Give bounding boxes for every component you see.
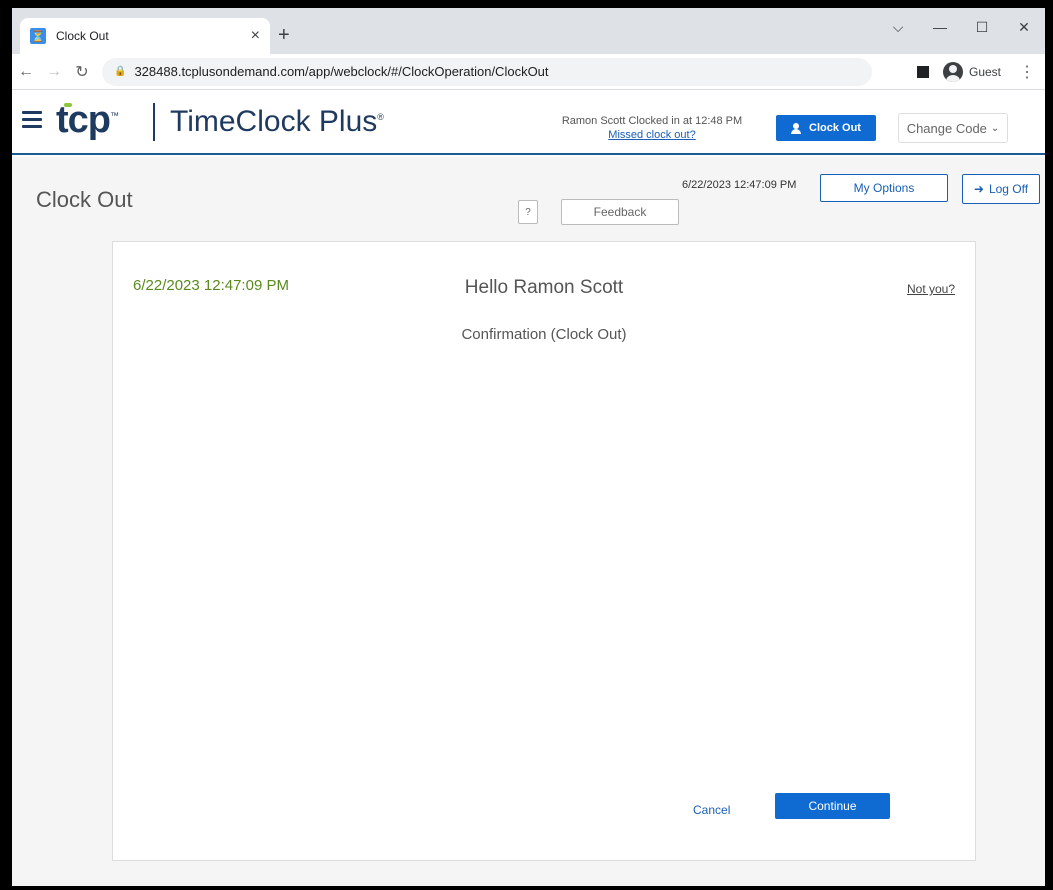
reload-icon[interactable]: ↻ — [68, 62, 96, 82]
missed-clock-out-link[interactable]: Missed clock out? — [532, 129, 772, 141]
app-header: tcp™ TimeClock Plus® Ramon Scott Clocked… — [12, 91, 1045, 155]
log-off-label: Log Off — [988, 182, 1029, 196]
continue-button[interactable]: Continue — [775, 793, 890, 819]
clocked-status: Ramon Scott Clocked in at 12:48 PM Misse… — [532, 115, 772, 141]
user-clock-icon — [791, 123, 803, 134]
profile-button[interactable]: Guest — [937, 59, 1007, 85]
hamburger-menu-icon[interactable] — [22, 111, 42, 132]
clock-out-button[interactable]: Clock Out — [776, 115, 876, 141]
profile-label: Guest — [968, 64, 1001, 79]
browser-tab[interactable]: ⏳ Clock Out × — [20, 18, 270, 54]
log-off-button[interactable]: ➜ Log Off — [962, 174, 1040, 204]
address-bar: ← → ↻ 🔒 328488.tcplusondemand.com/app/we… — [12, 54, 1045, 90]
help-button[interactable]: ? — [518, 200, 538, 224]
browser-window: ⏳ Clock Out × + ⌵ — ☐ ✕ ← → ↻ 🔒 328488.t… — [12, 8, 1045, 886]
change-code-dropdown[interactable]: Change Code ⌄ — [898, 113, 1008, 143]
tab-search-icon[interactable]: ⌵ — [877, 14, 919, 40]
confirmation-subtitle: Confirmation (Clock Out) — [461, 326, 627, 343]
new-tab-button[interactable]: + — [278, 24, 290, 47]
clocked-status-text: Ramon Scott Clocked in at 12:48 PM — [561, 115, 743, 127]
clock-out-label: Clock Out — [809, 122, 861, 134]
guest-avatar-icon — [942, 61, 963, 82]
cancel-button[interactable]: Cancel — [693, 803, 730, 817]
server-time: 6/22/2023 12:47:09 PM — [682, 179, 797, 191]
browser-menu-icon[interactable]: ⋮ — [1015, 62, 1039, 82]
side-panel-icon[interactable] — [916, 65, 929, 78]
change-code-label: Change Code — [906, 120, 987, 136]
url-field[interactable]: 🔒 328488.tcplusondemand.com/app/webclock… — [102, 57, 872, 86]
forward-arrow-icon[interactable]: → — [40, 63, 68, 81]
product-name: TimeClock Plus® — [170, 105, 384, 138]
clock-favicon-icon: ⏳ — [30, 28, 46, 44]
greeting: Hello Ramon Scott — [464, 277, 624, 298]
feedback-button[interactable]: Feedback — [561, 199, 679, 225]
tab-strip: ⏳ Clock Out × + ⌵ — ☐ ✕ — [12, 8, 1045, 54]
tab-close-icon[interactable]: × — [251, 27, 260, 45]
back-arrow-icon[interactable]: ← — [12, 63, 40, 81]
minimize-icon[interactable]: — — [919, 14, 961, 40]
sign-out-icon: ➜ — [973, 182, 984, 196]
chevron-down-icon: ⌄ — [990, 122, 1000, 134]
maximize-icon[interactable]: ☐ — [961, 14, 1003, 40]
toolbar-right: Guest ⋮ — [916, 59, 1039, 85]
page-area: Clock Out ? Feedback 6/22/2023 12:47:09 … — [12, 157, 1045, 886]
my-options-button[interactable]: My Options — [820, 174, 948, 202]
page-title: Clock Out — [36, 187, 133, 212]
url-text: 328488.tcplusondemand.com/app/webclock/#… — [134, 64, 549, 79]
close-window-icon[interactable]: ✕ — [1003, 14, 1045, 40]
not-you-link[interactable]: Not you? — [907, 282, 955, 296]
logo-divider — [153, 103, 155, 141]
window-controls: ⌵ — ☐ ✕ — [877, 14, 1045, 40]
tab-title: Clock Out — [56, 29, 109, 43]
logo-accent — [64, 103, 72, 107]
confirmation-card: 6/22/2023 12:47:09 PM Hello Ramon Scott … — [112, 241, 976, 861]
lock-icon: 🔒 — [114, 66, 127, 77]
